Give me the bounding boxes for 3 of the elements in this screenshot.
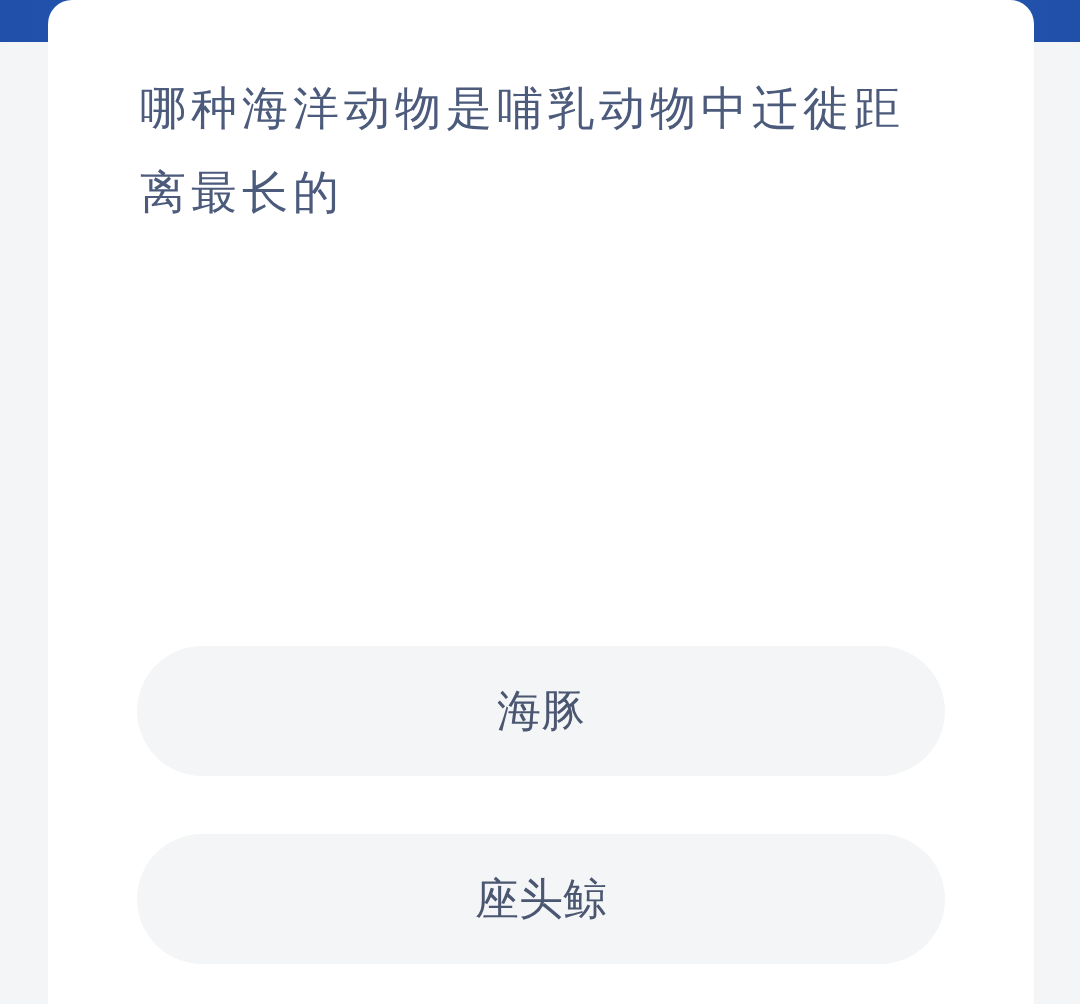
answer-option[interactable]: 座头鲸 xyxy=(137,834,945,964)
question-text: 哪种海洋动物是哺乳动物中迁徙距离最长的 xyxy=(140,80,906,221)
answer-option[interactable]: 海豚 xyxy=(137,646,945,776)
